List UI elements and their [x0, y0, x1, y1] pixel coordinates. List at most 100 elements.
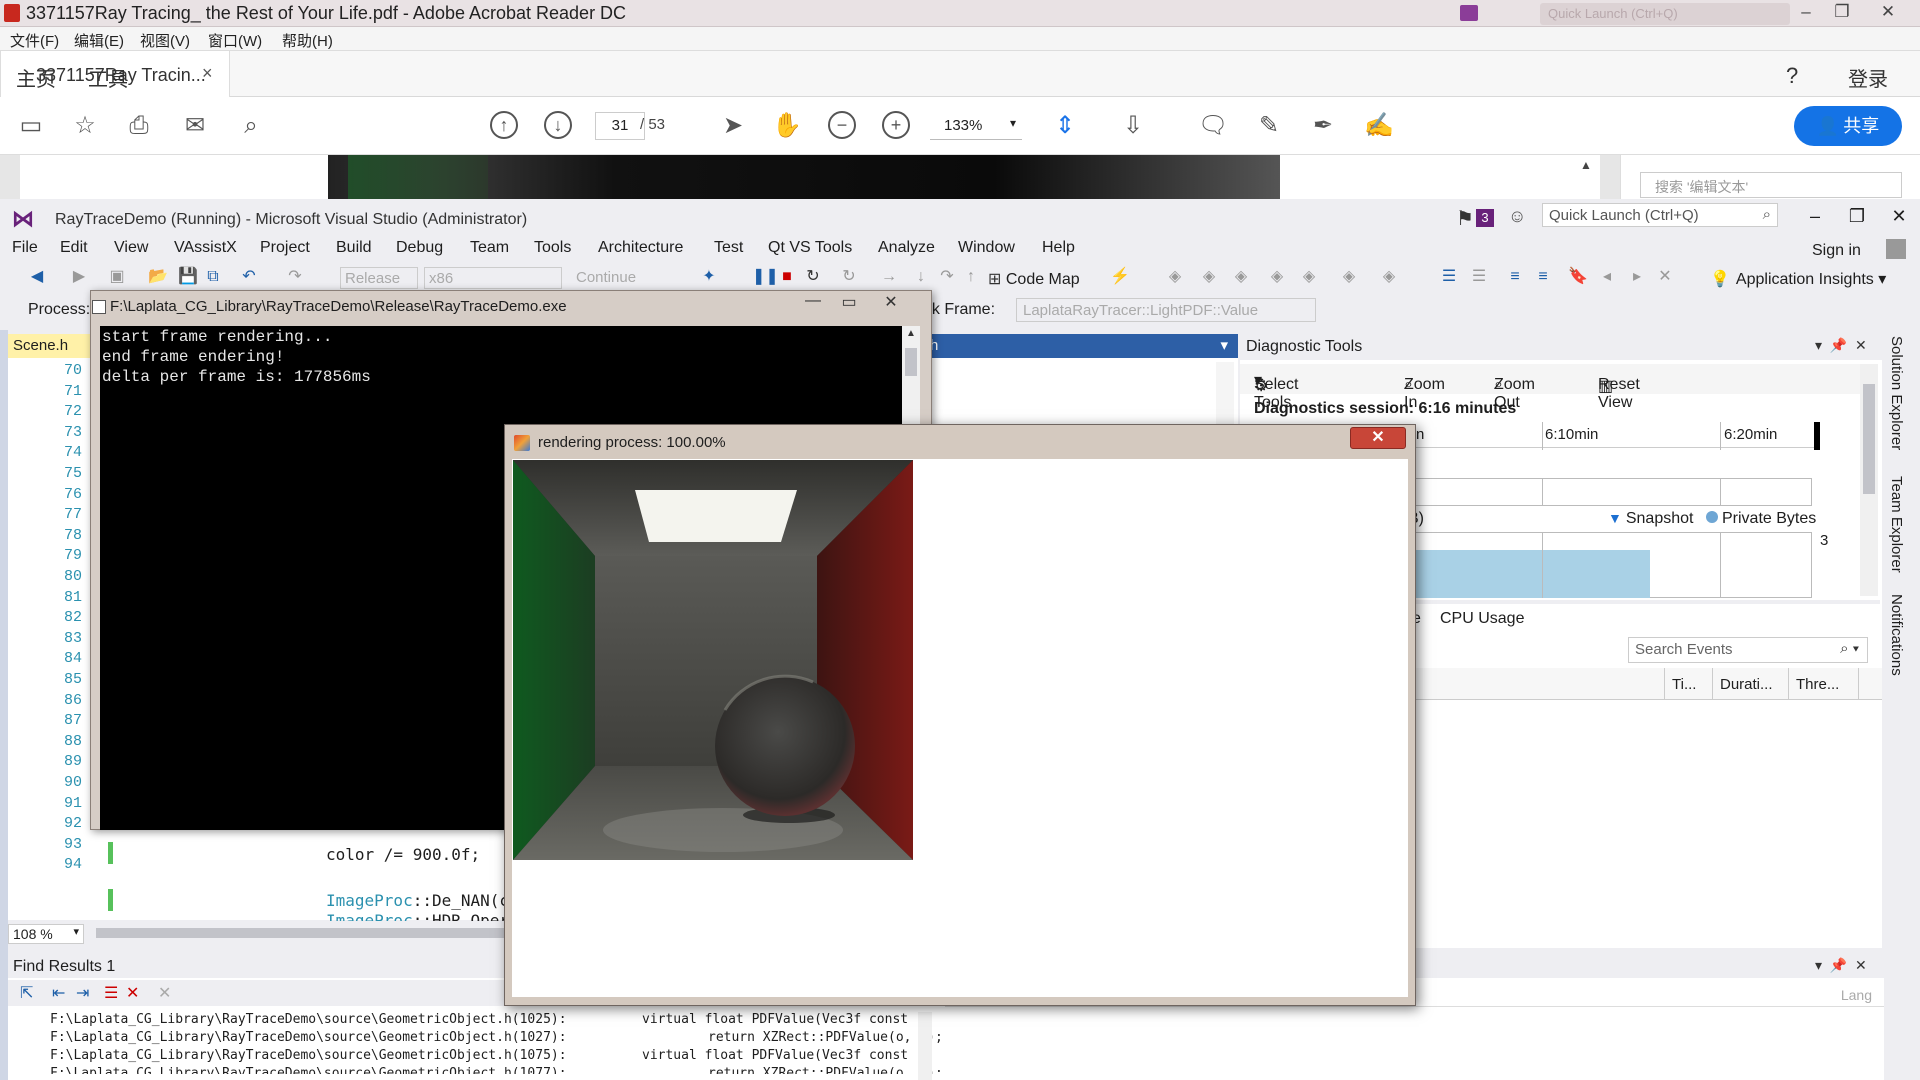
restart-icon[interactable]: ↻	[804, 268, 822, 286]
step-over-icon[interactable]: →	[880, 268, 898, 286]
new-project-icon[interactable]: ▣	[108, 268, 126, 286]
menu-edit[interactable]: Edit	[60, 239, 88, 257]
vs-minimize-icon[interactable]: –	[1800, 206, 1830, 227]
attach-icon[interactable]: ✦	[700, 268, 718, 286]
close-button[interactable]: ✕	[1350, 427, 1406, 449]
step-out-icon[interactable]: ↑	[962, 268, 980, 286]
indent-icon[interactable]: ☰	[1440, 268, 1458, 286]
vs-restore-icon[interactable]: ❐	[1842, 206, 1872, 227]
menu-help[interactable]: 帮助(H)	[282, 30, 333, 51]
find-result-path[interactable]: F:\Laplata_CG_Library\RayTraceDemo\sourc…	[50, 1030, 567, 1045]
menu-view[interactable]: View	[114, 239, 148, 257]
share-button[interactable]: 👤 共享	[1794, 106, 1902, 146]
fit-page-icon[interactable]: ⇕	[1050, 111, 1080, 141]
tab-scene-h[interactable]: Scene.h	[8, 334, 96, 358]
restore-icon[interactable]: ❐	[1822, 0, 1862, 26]
fill-sign-icon[interactable]: ✍	[1364, 111, 1394, 141]
editor-hscrollbar[interactable]	[96, 928, 506, 938]
diagnostic-scrollbar[interactable]	[1860, 364, 1878, 596]
vs-quick-launch[interactable]: Quick Launch (Ctrl+Q) ⌕	[1542, 203, 1778, 227]
clear-bookmarks-icon[interactable]: ✕	[1656, 268, 1674, 286]
editor-zoom-select[interactable]: 108 % ▾	[8, 924, 84, 944]
forward-icon[interactable]: ▶	[70, 268, 88, 286]
comment-tools-icon[interactable]: ◈	[1232, 268, 1250, 286]
page-down-icon[interactable]: ↓	[544, 111, 572, 139]
minimize-icon[interactable]: –	[1786, 0, 1826, 26]
find-result-code[interactable]: return XZRect::PDFValue(o, v);	[708, 1030, 943, 1045]
notifications-button[interactable]: ⚑ 3	[1456, 206, 1496, 230]
scrollbar-thumb[interactable]	[1863, 384, 1875, 494]
application-insights-button[interactable]: 💡 Application Insights ▾	[1710, 269, 1886, 289]
menu-view[interactable]: 视图(V)	[140, 30, 190, 51]
select-cursor-icon[interactable]: ➤	[718, 111, 748, 141]
menu-project[interactable]: Project	[260, 239, 310, 257]
column-thread[interactable]: Thre...	[1796, 676, 1839, 693]
save-icon[interactable]: ▭	[16, 111, 46, 141]
menu-window[interactable]: 窗口(W)	[208, 30, 262, 51]
select-tools-button[interactable]: ⚙ Select Tools ▾	[1254, 370, 1298, 411]
hand-tool-icon[interactable]: ✋	[772, 111, 802, 141]
next-result-icon[interactable]: ⇥	[76, 983, 89, 1003]
close-icon[interactable]: ✕	[1868, 0, 1908, 26]
undo-icon[interactable]: ↶	[240, 268, 258, 286]
menu-build[interactable]: Build	[336, 239, 372, 257]
find-result-path[interactable]: F:\Laplata_CG_Library\RayTraceDemo\sourc…	[50, 1012, 567, 1027]
menu-edit[interactable]: 编辑(E)	[74, 30, 124, 51]
menu-debug[interactable]: Debug	[396, 239, 443, 257]
find-result-code[interactable]: return XZRect::PDFValue(o, v);	[708, 1066, 943, 1074]
zoom-select[interactable]: 133% ▾	[930, 112, 1022, 140]
acrobat-tool-search[interactable]: 搜索 '编辑文本'	[1640, 172, 1902, 198]
close-tab-icon[interactable]: ×	[202, 63, 213, 84]
zoom-out-icon[interactable]: −	[828, 111, 856, 139]
save-icon[interactable]: 💾	[178, 268, 198, 286]
step-back-icon[interactable]: ↷	[938, 268, 956, 286]
console-minimize-icon[interactable]: —	[795, 292, 831, 310]
login-link[interactable]: 登录	[1848, 63, 1888, 92]
menu-team[interactable]: Team	[470, 239, 509, 257]
menu-vassistx[interactable]: VAssistX	[174, 239, 237, 257]
outdent-icon[interactable]: ☰	[1470, 268, 1488, 286]
panel-controls[interactable]: ▾ 📌 ✕	[1815, 957, 1867, 974]
back-icon[interactable]: ◀	[28, 268, 46, 286]
stack-frame-select[interactable]: LaplataRayTracer::LightPDF::Value	[1016, 298, 1316, 322]
menu-qt-vs-tools[interactable]: Qt VS Tools	[768, 239, 852, 257]
search-events-input[interactable]: Search Events ⌕ ▾	[1628, 637, 1868, 663]
stop-icon[interactable]: ■	[778, 268, 796, 286]
platform-select[interactable]: x86	[424, 267, 562, 289]
clear-all-icon[interactable]: ✕	[126, 983, 139, 1003]
configuration-select[interactable]: Release	[340, 267, 418, 289]
find-results-scrollbar[interactable]	[918, 1012, 932, 1080]
find-result-path[interactable]: F:\Laplata_CG_Library\RayTraceDemo\sourc…	[50, 1048, 567, 1063]
scroll-up-icon[interactable]: ▲	[1580, 158, 1592, 172]
tab-cpu-usage[interactable]: CPU Usage	[1440, 610, 1524, 628]
page-number-input[interactable]: 31	[595, 112, 645, 140]
find-result-path[interactable]: F:\Laplata_CG_Library\RayTraceDemo\sourc…	[50, 1066, 567, 1074]
menu-file[interactable]: 文件(F)	[10, 30, 59, 51]
menu-test[interactable]: Test	[714, 239, 743, 257]
redo-icon[interactable]: ↷	[286, 268, 304, 286]
page-up-icon[interactable]: ↑	[490, 111, 518, 139]
bookmark-tools-icon[interactable]: ◈	[1200, 268, 1218, 286]
column-duration[interactable]: Durati...	[1720, 676, 1773, 693]
feedback-icon[interactable]: ☺	[1508, 206, 1526, 227]
prev-bookmark-icon[interactable]: ◂	[1598, 268, 1616, 286]
save-all-icon[interactable]: ⧉	[204, 268, 222, 286]
panel-controls[interactable]: ▾ 📌 ✕	[1815, 337, 1867, 354]
next-bookmark-icon[interactable]: ▸	[1628, 268, 1646, 286]
menu-help[interactable]: Help	[1042, 239, 1075, 257]
acrobat-quick-launch[interactable]: Quick Launch (Ctrl+Q)	[1540, 3, 1790, 25]
refactor-tools-icon[interactable]: ◈	[1380, 268, 1398, 286]
tab-solution-explorer[interactable]: Solution Explorer	[1888, 336, 1905, 450]
scrollbar-thumb[interactable]	[905, 348, 917, 376]
avatar[interactable]	[1886, 239, 1906, 259]
breakpoint-tools-icon[interactable]: ◈	[1166, 268, 1184, 286]
previous-result-icon[interactable]: ⇤	[52, 983, 65, 1003]
continue-button[interactable]: Continue	[576, 269, 636, 286]
tab-notifications[interactable]: Notifications	[1888, 594, 1905, 676]
find-result-code[interactable]: virtual float PDFValue(Vec3f const	[642, 1048, 908, 1063]
highlight-pen-icon[interactable]: ✎	[1254, 111, 1284, 141]
comment-icon[interactable]: 🗨	[1198, 111, 1228, 141]
email-icon[interactable]: ✉	[180, 111, 210, 141]
exceptions-icon[interactable]: ⚡	[1110, 268, 1130, 286]
code-map-button[interactable]: ⊞ Code Map	[988, 269, 1080, 289]
